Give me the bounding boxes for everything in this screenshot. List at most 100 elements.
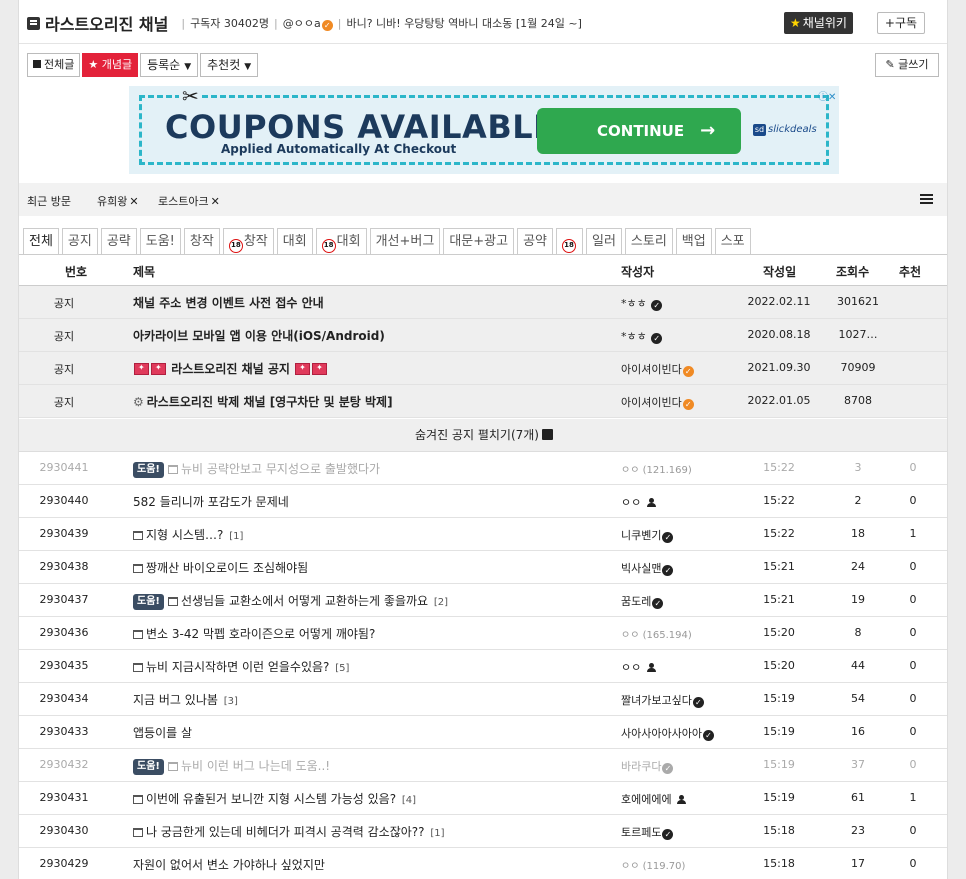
post-title[interactable]: 지금 버그 있나봄 [3]	[133, 691, 603, 708]
category-tab[interactable]: 창작	[183, 228, 220, 254]
post-title[interactable]: 앱등이를 살	[133, 724, 603, 741]
all-posts-button[interactable]: 전체글	[27, 53, 81, 77]
category-tab[interactable]: 개선+버그	[369, 228, 441, 254]
subscribe-button[interactable]: +구독	[877, 12, 925, 34]
sort-value: 등록순	[147, 58, 181, 72]
notice-row[interactable]: 공지 ⚙ 라스트오리진 박제 채널 [영구차단 및 분탕 박제] 아이셔이빈다 ✓ …	[19, 385, 947, 418]
notice-row[interactable]: 공지 채널 주소 변경 이벤트 사전 접수 안내 *ㅎㅎ ✓ 2022.02.1…	[19, 286, 947, 319]
category-tab[interactable]: 공략	[100, 228, 137, 254]
post-title[interactable]: 채널 주소 변경 이벤트 사전 접수 안내	[133, 294, 603, 311]
cut-select[interactable]: 추천컷 ▼	[200, 53, 259, 77]
post-author[interactable]: 빅사실맨 ✓	[621, 560, 674, 576]
category-tab-adult[interactable]: 18 대회	[315, 228, 367, 254]
category-tab-adult[interactable]: 18	[555, 228, 583, 254]
category-tab[interactable]: 공지	[61, 228, 98, 254]
category-tab[interactable]: 대회	[276, 228, 313, 254]
notice-row[interactable]: 공지 아카라이브 모바일 앱 이용 안내(iOS/Android) *ㅎㅎ ✓ …	[19, 319, 947, 352]
verified-icon: ✓	[652, 598, 664, 609]
post-rec: 0	[909, 659, 917, 672]
expand-icon	[542, 429, 553, 440]
post-row[interactable]: 2930431 이번에 유출된거 보니깐 지형 시스템 가능성 있음? [4] …	[19, 782, 947, 815]
post-row[interactable]: 2930437 도움! 선생님들 교환소에서 어떻게 교환하는게 좋을까요 [2]…	[19, 584, 947, 617]
post-author[interactable]: 토르페도 ✓	[621, 824, 674, 840]
post-title[interactable]: ⚙ 라스트오리진 박제 채널 [영구차단 및 분탕 박제]	[133, 393, 603, 410]
post-row[interactable]: 2930441 도움! 뉴비 공략안보고 무지성으로 출발했다가 ㅇㅇ (121.…	[19, 452, 947, 485]
category-tab[interactable]: 백업	[675, 228, 712, 254]
post-views: 24	[851, 560, 865, 573]
post-row[interactable]: 2930435 뉴비 지금시작하면 이런 얻을수있음? [5] ㅇㅇ 15:20…	[19, 650, 947, 683]
post-title[interactable]: 라스트오리진 채널 공지	[133, 360, 603, 377]
post-author[interactable]: 아이셔이빈다 ✓	[621, 394, 694, 410]
close-icon[interactable]: ✕	[129, 195, 138, 208]
post-row[interactable]: 2930434 지금 버그 있나봄 [3] 짤녀가보고싶다 ✓ 15:19 54 …	[19, 683, 947, 716]
recent-item-label: 유희왕	[97, 195, 128, 208]
post-title[interactable]: 자원이 없어서 변소 가야하나 싶었지만	[133, 856, 603, 873]
category-tab[interactable]: 대문+광고	[443, 228, 515, 254]
post-row[interactable]: 2930440 582 들리니까 포감도가 문제네 ㅇㅇ 15:22 2 0	[19, 485, 947, 518]
post-title[interactable]: 아카라이브 모바일 앱 이용 안내(iOS/Android)	[133, 327, 603, 344]
category-tab-adult[interactable]: 18 창작	[222, 228, 274, 254]
post-row[interactable]: 2930429 자원이 없어서 변소 가야하나 싶었지만 ㅇㅇ (119.70)…	[19, 848, 947, 879]
write-button[interactable]: ✎ 글쓰기	[875, 53, 939, 77]
post-title[interactable]: 지형 시스템…? [1]	[133, 526, 603, 543]
post-date: 15:19	[763, 791, 795, 804]
recent-item[interactable]: 유희왕 ✕	[97, 193, 139, 209]
ad-banner[interactable]: ✂ ⓘ✕ COUPONS AVAILABLE Applied Automatic…	[129, 86, 839, 174]
channel-owner[interactable]: @ㅇㅇa	[283, 17, 321, 30]
post-author[interactable]: 니쿠볜기 ✓	[621, 527, 674, 543]
post-author[interactable]: ㅇㅇ (119.70)	[621, 857, 685, 872]
post-title[interactable]: 도움! 뉴비 공략안보고 무지성으로 출발했다가	[133, 460, 603, 478]
post-row[interactable]: 2930439 지형 시스템…? [1] 니쿠볜기 ✓ 15:22 18 1	[19, 518, 947, 551]
post-author[interactable]: 짤녀가보고싶다 ✓	[621, 692, 704, 708]
category-tab[interactable]: 스포	[714, 228, 751, 254]
post-author[interactable]: 사아사아아사아아 ✓	[621, 725, 714, 741]
category-tab[interactable]: 일러	[585, 228, 622, 254]
post-author[interactable]: *ㅎㅎ ✓	[621, 328, 663, 344]
post-row[interactable]: 2930433 앱등이를 살 사아사아아사아아 ✓ 15:19 16 0	[19, 716, 947, 749]
recent-item[interactable]: 로스트아크 ✕	[158, 193, 220, 209]
best-posts-button[interactable]: ★ 개념글	[82, 53, 139, 77]
channel-meta: | 구독자 30402명 | @ㅇㅇa ✓ | 바니? 니바! 우당탕탕 역바니 대소동 […	[176, 15, 582, 31]
post-title[interactable]: 이번에 유출된거 보니깐 지형 시스템 가능성 있음? [4]	[133, 790, 603, 807]
document-icon	[167, 465, 178, 474]
channel-name[interactable]: 라스트오리진 채널	[45, 11, 168, 35]
post-title[interactable]: 나 궁금한게 있는데 비헤더가 피격시 공격력 감소잖아?? [1]	[133, 823, 603, 840]
ad-close-icon[interactable]: ⓘ✕	[818, 88, 836, 103]
post-author[interactable]: ㅇㅇ (121.169)	[621, 461, 692, 476]
category-tab[interactable]: 스토리	[624, 228, 673, 254]
post-title[interactable]: 도움! 뉴비 이런 버그 나는데 도움..!	[133, 757, 603, 775]
post-title[interactable]: 짱깨산 바이오로이드 조심해야됨	[133, 559, 603, 576]
hamburger-menu-icon[interactable]	[920, 194, 933, 196]
comment-count: [1]	[229, 531, 244, 542]
post-author[interactable]: *ㅎㅎ ✓	[621, 295, 663, 311]
category-tab[interactable]: 도움!	[139, 228, 181, 254]
post-row[interactable]: 2930438 짱깨산 바이오로이드 조심해야됨 빅사실맨 ✓ 15:21 24 …	[19, 551, 947, 584]
unfold-notices-button[interactable]: 숨겨진 공지 펼치기(7개)	[19, 419, 947, 452]
post-views: 54	[851, 692, 865, 705]
close-icon[interactable]: ✕	[211, 195, 220, 208]
post-views: 8708	[844, 394, 872, 407]
post-author[interactable]: 바라쿠다 ✓	[621, 758, 674, 774]
post-row[interactable]: 2930430 나 궁금한게 있는데 비헤더가 피격시 공격력 감소잖아?? […	[19, 815, 947, 848]
post-author[interactable]: ㅇㅇ	[621, 494, 656, 510]
post-num: 2930440	[39, 494, 89, 507]
notice-row[interactable]: 공지 라스트오리진 채널 공지 아이셔이빈다✓ 2021.09.30 70909	[19, 352, 947, 385]
category-tab[interactable]: 공약	[517, 228, 553, 254]
category-tab[interactable]: 전체	[23, 228, 59, 254]
post-title[interactable]: 뉴비 지금시작하면 이런 얻을수있음? [5]	[133, 658, 603, 675]
post-author[interactable]: ㅇㅇ	[621, 659, 656, 675]
list-icon	[33, 60, 41, 68]
post-author[interactable]: 호에에에에	[621, 791, 687, 807]
ad-continue-button[interactable]: CONTINUE →	[537, 108, 741, 154]
post-row[interactable]: 2930432 도움! 뉴비 이런 버그 나는데 도움..! 바라쿠다 ✓ 15:1…	[19, 749, 947, 782]
post-author[interactable]: ㅇㅇ (165.194)	[621, 626, 692, 641]
post-title[interactable]: 도움! 선생님들 교환소에서 어떻게 교환하는게 좋을까요 [2]	[133, 592, 603, 610]
sort-select[interactable]: 등록순 ▼	[140, 53, 199, 77]
post-row[interactable]: 2930436 변소 3-42 막펩 호라이즌으로 어떻게 깨야됨? ㅇㅇ (1…	[19, 617, 947, 650]
post-title[interactable]: 582 들리니까 포감도가 문제네	[133, 493, 603, 510]
post-author[interactable]: 꿈도레 ✓	[621, 593, 664, 609]
post-author[interactable]: 아이셔이빈다 ✓	[621, 361, 694, 377]
wiki-button[interactable]: ★ 채널위키	[784, 12, 853, 34]
post-title-text: 나 궁금한게 있는데 비헤더가 피격시 공격력 감소잖아??	[146, 825, 425, 839]
post-title[interactable]: 변소 3-42 막펩 호라이즌으로 어떻게 깨야됨?	[133, 625, 603, 642]
